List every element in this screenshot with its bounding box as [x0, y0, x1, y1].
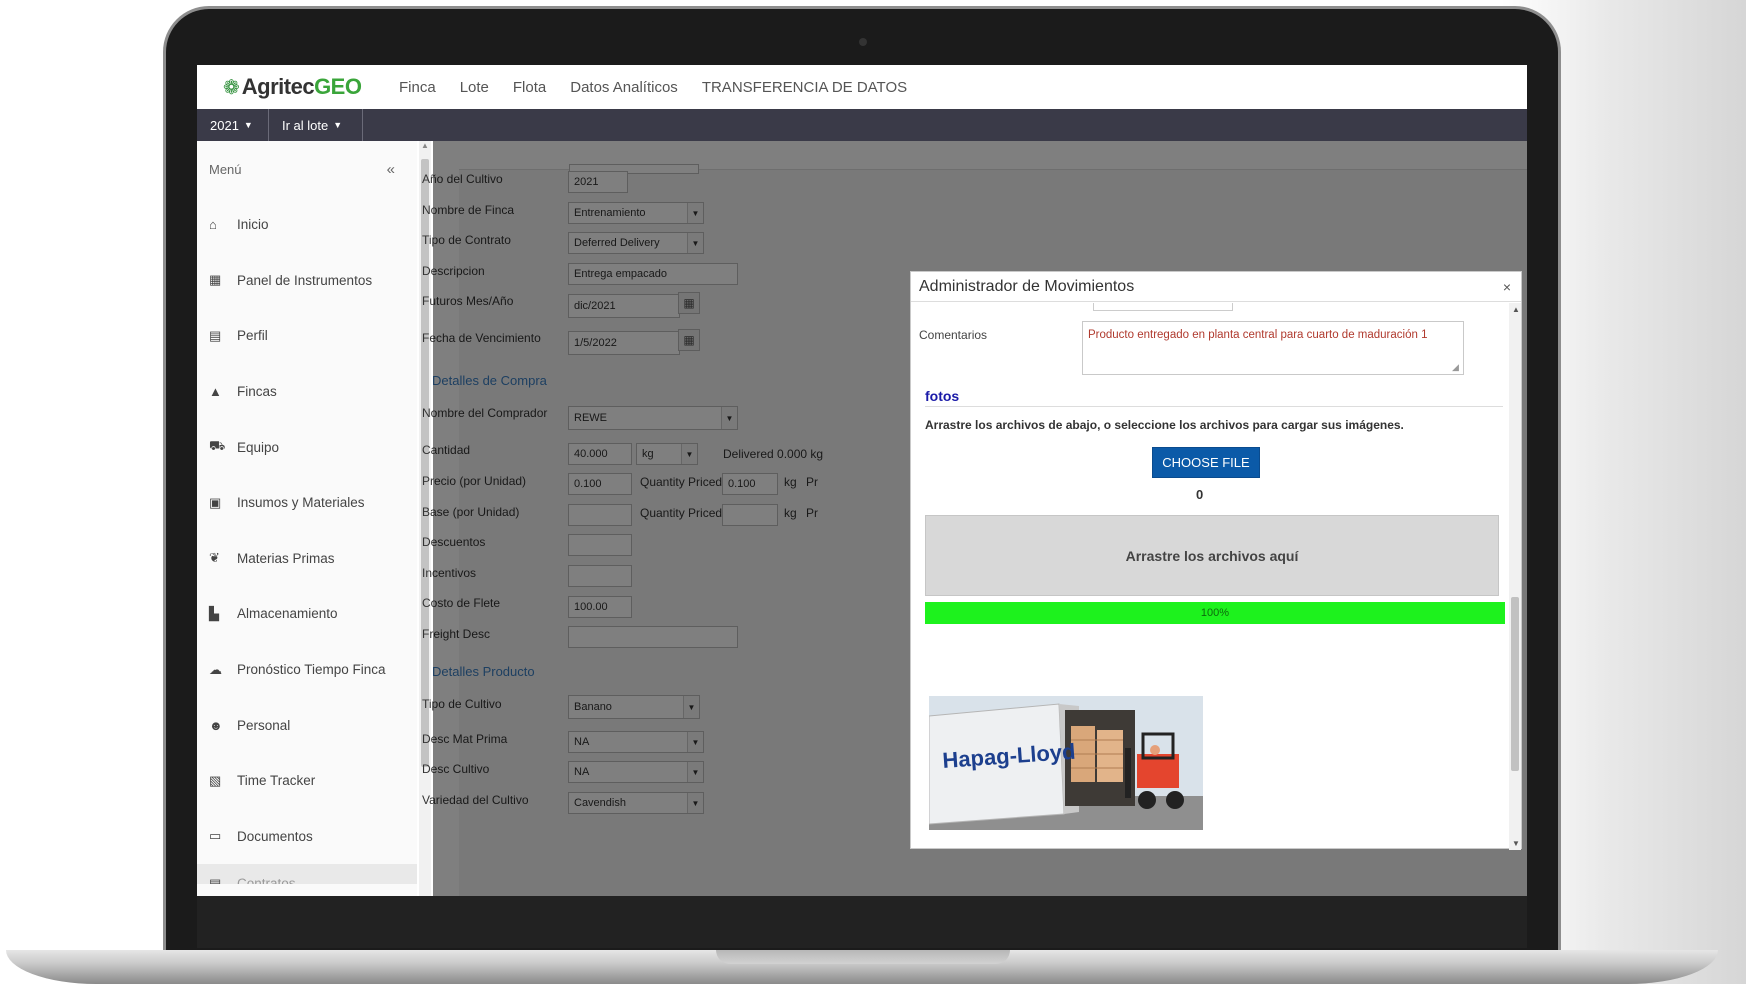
- upload-progress-fill: 100%: [925, 602, 1505, 624]
- sidebar-item-pronostico[interactable]: ☁ Pronóstico Tiempo Finca: [197, 642, 417, 698]
- sidebar-scroll-thumb[interactable]: [421, 159, 429, 767]
- nav-transferencia-datos[interactable]: TRANSFERENCIA DE DATOS: [702, 79, 907, 96]
- upload-progress-bar: 100%: [925, 602, 1505, 624]
- contract-icon: ▤: [209, 876, 222, 885]
- weather-icon: ☁: [209, 661, 222, 677]
- caret-down-icon: ▼: [243, 120, 253, 130]
- file-dropzone[interactable]: Arrastre los archivos aquí: [925, 515, 1499, 596]
- sidebar-item-label: Equipo: [237, 439, 280, 455]
- uploaded-photo-thumbnail[interactable]: Hapag-Lloyd: [929, 696, 1203, 830]
- sidebar-item-materias-primas[interactable]: ❦ Materias Primas: [197, 531, 417, 587]
- laptop-notch: [716, 950, 1010, 964]
- sidebar-item-label: Documentos: [237, 828, 313, 844]
- dashboard-icon: ▦: [209, 272, 222, 288]
- close-icon[interactable]: ×: [1503, 279, 1511, 295]
- label-comentarios: Comentarios: [919, 328, 988, 342]
- sidebar-item-label: Panel de Instrumentos: [237, 272, 373, 288]
- camera-dot: [859, 38, 867, 46]
- sidebar-item-equipo[interactable]: ⛟ Equipo: [197, 419, 417, 475]
- sidebar-item-label: Inicio: [237, 217, 269, 233]
- brand-name-accent: GEO: [314, 74, 362, 99]
- sidebar-item-label: Insumos y Materiales: [237, 495, 365, 511]
- menu-title: Menú: [209, 161, 242, 177]
- modal-title: Administrador de Movimientos: [919, 277, 1135, 295]
- sidebar-item-label: Time Tracker: [237, 773, 316, 789]
- scroll-up-icon[interactable]: ▲: [1512, 305, 1520, 314]
- sidebar-item-label: Materias Primas: [237, 550, 335, 566]
- brand-logo[interactable]: ❁ Agritec GEO: [223, 74, 399, 100]
- sidebar-item-label: Personal: [237, 717, 291, 733]
- nav-datos-analiticos[interactable]: Datos Analíticos: [570, 79, 678, 96]
- sidebar-item-time-tracker[interactable]: ▧ Time Tracker: [197, 753, 417, 809]
- document-icon: ▭: [209, 828, 222, 844]
- scroll-down-icon[interactable]: ▼: [1512, 839, 1520, 848]
- top-navbar: ❁ Agritec GEO Finca Lote Flota Datos Anal…: [197, 65, 1527, 109]
- nav-flota[interactable]: Flota: [513, 79, 546, 96]
- year-dropdown-label: 2021: [210, 117, 239, 133]
- screen-chin: [197, 896, 1527, 948]
- supplies-icon: ▣: [209, 494, 222, 510]
- modal-scrollbar[interactable]: ▲ ▼: [1509, 303, 1521, 850]
- resize-grip-icon[interactable]: ◢: [1452, 362, 1459, 373]
- comentarios-textarea[interactable]: Producto entregado en planta central par…: [1082, 321, 1464, 375]
- nav-lote[interactable]: Lote: [460, 79, 489, 96]
- goto-lote-label: Ir al lote: [282, 117, 329, 133]
- sidebar-item-documentos[interactable]: ▭ Documentos: [197, 809, 417, 865]
- modal-scroll-thumb[interactable]: [1511, 597, 1519, 771]
- choose-file-label: CHOOSE FILE: [1162, 455, 1250, 470]
- app-screen: ❁ Agritec GEO Finca Lote Flota Datos Anal…: [197, 65, 1527, 896]
- collapse-menu-button[interactable]: «: [387, 161, 395, 178]
- profile-card-icon: ▤: [209, 327, 222, 343]
- sidebar-item-fincas[interactable]: ▲ Fincas: [197, 364, 417, 420]
- farm-icon: ▲: [209, 384, 222, 400]
- scroll-up-icon[interactable]: ▲: [421, 141, 429, 150]
- dropzone-label: Arrastre los archivos aquí: [1125, 547, 1299, 564]
- container-forklift-photo: Hapag-Lloyd: [929, 696, 1203, 830]
- sidebar-item-perfil[interactable]: ▤ Perfil: [197, 308, 417, 364]
- plant-icon: ❦: [209, 550, 220, 566]
- sidebar-item-label: Fincas: [237, 384, 277, 400]
- fotos-heading: fotos: [925, 388, 960, 404]
- sidebar-menu: Menú « ⌂ Inicio ▦ Panel de Instrumentos ▤ P…: [197, 141, 417, 896]
- sidebar-item-panel[interactable]: ▦ Panel de Instrumentos: [197, 253, 417, 309]
- modal-header: Administrador de Movimientos ×: [911, 272, 1521, 302]
- comentarios-value: Producto entregado en planta central par…: [1088, 329, 1428, 341]
- sidebar-item-personal[interactable]: ☻ Personal: [197, 697, 417, 753]
- cut-off-input[interactable]: [1093, 303, 1233, 311]
- progress-label: 100%: [1200, 607, 1230, 619]
- home-icon: ⌂: [209, 217, 217, 233]
- calendar-clock-icon: ▧: [209, 772, 222, 788]
- sidebar-item-insumos[interactable]: ▣ Insumos y Materiales: [197, 475, 417, 531]
- tractor-icon: ⛟: [209, 438, 226, 454]
- menu-header: Menú «: [197, 141, 417, 197]
- upload-instructions: Arrastre los archivos de abajo, o selecc…: [925, 418, 1404, 432]
- file-count: 0: [1196, 487, 1204, 502]
- choose-file-button[interactable]: CHOOSE FILE: [1152, 447, 1260, 478]
- sidebar-item-almacenamiento[interactable]: ▙ Almacenamiento: [197, 586, 417, 642]
- sidebar-item-label: Almacenamiento: [237, 606, 338, 622]
- caret-down-icon: ▼: [333, 120, 343, 130]
- sidebar-item-contratos[interactable]: ▤ Contratos: [197, 864, 417, 885]
- goto-lote-dropdown[interactable]: Ir al lote ▼: [269, 109, 363, 141]
- year-dropdown[interactable]: 2021 ▼: [197, 109, 269, 141]
- sub-navbar: 2021 ▼ Ir al lote ▼: [197, 109, 1527, 141]
- brand-name: Agritec: [241, 74, 315, 99]
- sidebar-item-label: Perfil: [237, 328, 268, 344]
- movements-modal: Administrador de Movimientos × Comentari…: [910, 271, 1522, 850]
- people-icon: ☻: [209, 717, 223, 733]
- fotos-divider: [925, 406, 1503, 407]
- leaf-icon: ❁: [223, 76, 240, 99]
- sidebar-item-inicio[interactable]: ⌂ Inicio: [197, 197, 417, 253]
- sidebar-item-label: Pronóstico Tiempo Finca: [237, 662, 386, 678]
- storage-icon: ▙: [209, 605, 219, 621]
- sidebar-item-label: Contratos: [237, 876, 296, 885]
- nav-finca[interactable]: Finca: [399, 79, 436, 96]
- modal-body: Comentarios Producto entregado en planta…: [911, 303, 1509, 850]
